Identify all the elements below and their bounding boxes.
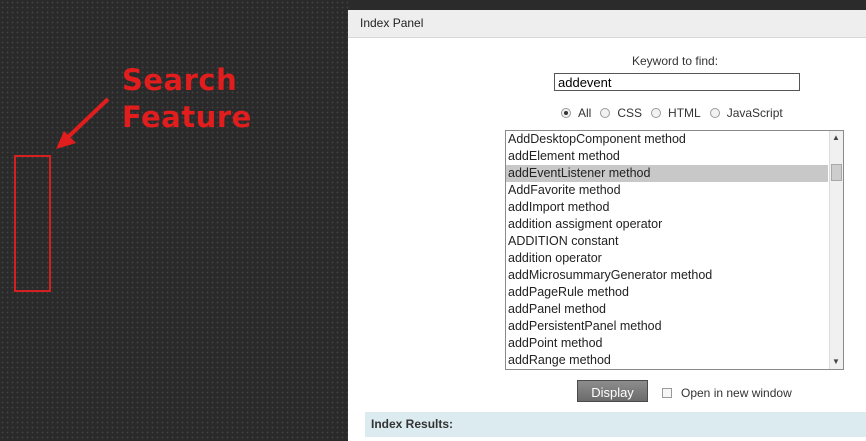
display-button[interactable]: Display bbox=[577, 380, 648, 402]
list-item[interactable]: addElement method bbox=[506, 148, 828, 165]
results-listbox[interactable]: AddDesktopComponent method addElement me… bbox=[505, 130, 844, 370]
list-item[interactable]: addPanel method bbox=[506, 301, 828, 318]
index-results-header: Index Results: bbox=[365, 412, 866, 437]
annotation-line-2: Feature bbox=[122, 100, 252, 134]
panel-title: Index Panel bbox=[348, 10, 866, 38]
filter-html-option[interactable]: HTML bbox=[651, 106, 701, 120]
keyword-input[interactable] bbox=[554, 73, 800, 91]
listbox-scrollbar[interactable]: ▲ ▼ bbox=[829, 131, 843, 369]
listbox-items: AddDesktopComponent method addElement me… bbox=[506, 131, 828, 369]
open-new-window-checkbox[interactable] bbox=[662, 388, 672, 398]
scroll-up-arrow-icon[interactable]: ▲ bbox=[832, 133, 840, 143]
radio-icon[interactable] bbox=[709, 108, 720, 118]
list-item[interactable]: AddDesktopComponent method bbox=[506, 131, 828, 148]
filter-css-option[interactable]: CSS bbox=[600, 106, 642, 120]
scroll-down-arrow-icon[interactable]: ▼ bbox=[832, 357, 840, 367]
filter-html-label: HTML bbox=[668, 106, 701, 120]
radio-selected-icon[interactable] bbox=[561, 108, 571, 118]
list-item[interactable]: addPoint method bbox=[506, 335, 828, 352]
list-item-selected[interactable]: addEventListener method bbox=[506, 165, 828, 182]
list-item[interactable]: addMicrosummaryGenerator method bbox=[506, 267, 828, 284]
filter-javascript-label: JavaScript bbox=[726, 106, 783, 120]
open-new-window-label: Open in new window bbox=[681, 386, 792, 400]
list-item[interactable]: ADDITION constant bbox=[506, 233, 828, 250]
annotation-line-1: Search bbox=[122, 63, 238, 97]
filter-javascript-option[interactable]: JavaScript bbox=[709, 106, 783, 120]
list-item[interactable]: addPageRule method bbox=[506, 284, 828, 301]
list-item[interactable]: AddFavorite method bbox=[506, 182, 828, 199]
highlight-box bbox=[14, 155, 51, 292]
filter-all-label: All bbox=[578, 106, 592, 120]
scroll-thumb[interactable] bbox=[831, 164, 842, 181]
annotation-label: Search Feature bbox=[122, 62, 252, 136]
radio-icon[interactable] bbox=[600, 108, 611, 118]
filter-all-option[interactable]: All bbox=[561, 106, 591, 120]
list-item[interactable]: addition operator bbox=[506, 250, 828, 267]
filter-radio-group: All CSS HTML JavaScript bbox=[561, 105, 792, 121]
open-new-window-option[interactable]: Open in new window bbox=[662, 386, 792, 400]
list-item[interactable]: addImport method bbox=[506, 199, 828, 216]
filter-css-label: CSS bbox=[617, 106, 643, 120]
annotation-arrow-icon bbox=[56, 97, 110, 149]
list-item[interactable]: addRange method bbox=[506, 352, 828, 369]
index-panel: Index Panel Keyword to find: All CSS HTM… bbox=[348, 10, 866, 441]
keyword-label: Keyword to find: bbox=[632, 54, 719, 68]
list-item[interactable]: addition assigment operator bbox=[506, 216, 828, 233]
radio-icon[interactable] bbox=[651, 108, 662, 118]
list-item[interactable]: addPersistentPanel method bbox=[506, 318, 828, 335]
